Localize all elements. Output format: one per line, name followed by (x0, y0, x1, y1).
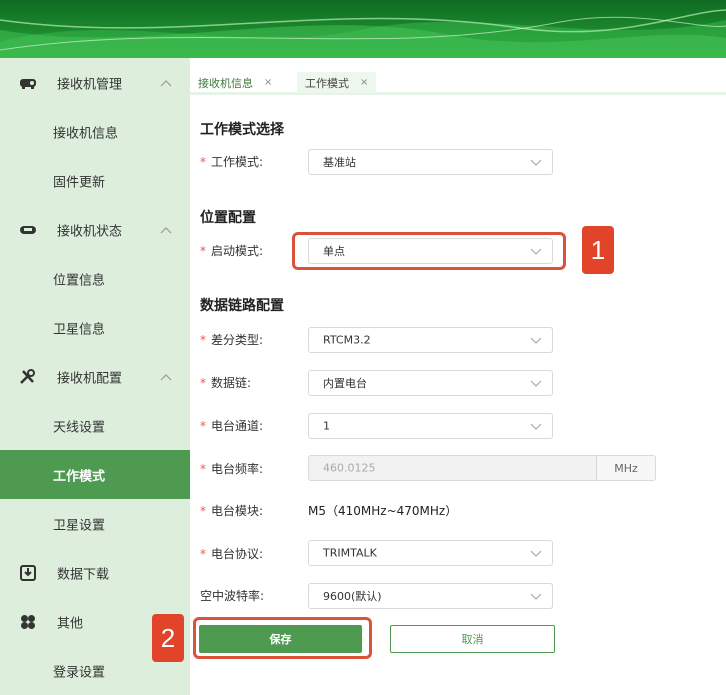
section-title-datalink: 数据链路配置 (200, 298, 284, 314)
headset-icon (19, 222, 37, 238)
tab-work-mode[interactable]: 工作模式 × (297, 72, 377, 93)
sidebar-item-satellite-info[interactable]: 卫星信息 (0, 303, 190, 352)
tools-icon (19, 368, 37, 385)
sidebar-group-label: 其他 (57, 616, 84, 631)
radio-freq-unit: MHz (596, 455, 656, 481)
sidebar-group-data-download[interactable]: 数据下载 (0, 548, 190, 597)
highlight-box-start-mode (292, 232, 566, 270)
highlight-box-save (193, 617, 372, 659)
sidebar-group-label: 数据下载 (57, 567, 110, 582)
section-title-position: 位置配置 (200, 210, 256, 226)
sidebar-group-label: 接收机状态 (57, 224, 123, 239)
chevron-down-icon (530, 423, 542, 430)
chevron-up-icon (160, 226, 172, 233)
sidebar-group-receiver-management[interactable]: 接收机管理 (0, 58, 190, 107)
close-icon[interactable]: × (360, 77, 368, 88)
work-mode-label: * 工作模式: (200, 155, 264, 169)
tab-receiver-info[interactable]: 接收机信息 × (198, 72, 272, 93)
radio-freq-label: * 电台频率: (200, 462, 264, 476)
sidebar-group-label: 接收机管理 (57, 77, 123, 92)
air-baud-select[interactable]: 9600(默认) (308, 583, 553, 609)
air-baud-label: 空中波特率: (200, 589, 265, 603)
diff-type-select[interactable]: RTCM3.2 (308, 327, 553, 353)
sidebar-item-antenna-settings[interactable]: 天线设置 (0, 401, 190, 450)
router-icon (19, 75, 37, 91)
sidebar-group-receiver-config[interactable]: 接收机配置 (0, 352, 190, 401)
radio-protocol-label: * 电台协议: (200, 547, 264, 561)
close-icon[interactable]: × (264, 77, 272, 88)
tab-bar: 接收机信息 × 工作模式 × (190, 68, 726, 95)
annotation-badge-1: 1 (582, 226, 614, 274)
start-mode-label: * 启动模式: (200, 244, 264, 258)
sidebar-item-satellite-settings[interactable]: 卫星设置 (0, 499, 190, 548)
sidebar-item-work-mode[interactable]: 工作模式 (0, 450, 190, 499)
radio-channel-label: * 电台通道: (200, 419, 264, 433)
section-title-work-mode: 工作模式选择 (200, 122, 284, 138)
work-mode-form: 工作模式选择 * 工作模式: 基准站 位置配置 * 启动模式: 单点 数据链路配置 … (190, 98, 726, 695)
radio-module-label: * 电台模块: (200, 504, 264, 518)
radio-channel-select[interactable]: 1 (308, 413, 553, 439)
sidebar-item-position-info[interactable]: 位置信息 (0, 254, 190, 303)
chevron-up-icon (160, 79, 172, 86)
datalink-select[interactable]: 内置电台 (308, 370, 553, 396)
sidebar-item-firmware-update[interactable]: 固件更新 (0, 156, 190, 205)
datalink-label: * 数据链: (200, 376, 252, 390)
download-icon (19, 564, 37, 581)
chevron-down-icon (530, 380, 542, 387)
chevron-down-icon (530, 593, 542, 600)
header-banner (0, 0, 726, 58)
cancel-button[interactable]: 取消 (390, 625, 555, 653)
radio-protocol-select[interactable]: TRIMTALK (308, 540, 553, 566)
sidebar-group-label: 接收机配置 (57, 371, 123, 386)
annotation-badge-2: 2 (152, 614, 184, 662)
radio-module-value: M5（410MHz~470MHz） (308, 504, 458, 518)
sidebar-item-receiver-info[interactable]: 接收机信息 (0, 107, 190, 156)
work-mode-select[interactable]: 基准站 (308, 149, 553, 175)
chevron-down-icon (530, 337, 542, 344)
radio-freq-input: 460.0125 (308, 455, 596, 481)
diff-type-label: * 差分类型: (200, 333, 264, 347)
chevron-down-icon (530, 159, 542, 166)
sidebar-group-receiver-status[interactable]: 接收机状态 (0, 205, 190, 254)
chevron-up-icon (160, 373, 172, 380)
clover-icon (19, 614, 37, 630)
sidebar: 接收机管理 接收机信息 固件更新 接收机状态 位置信息 卫星信息 接收机配置 天… (0, 58, 190, 695)
chevron-down-icon (530, 550, 542, 557)
banner-wave-decoration (0, 9, 726, 58)
